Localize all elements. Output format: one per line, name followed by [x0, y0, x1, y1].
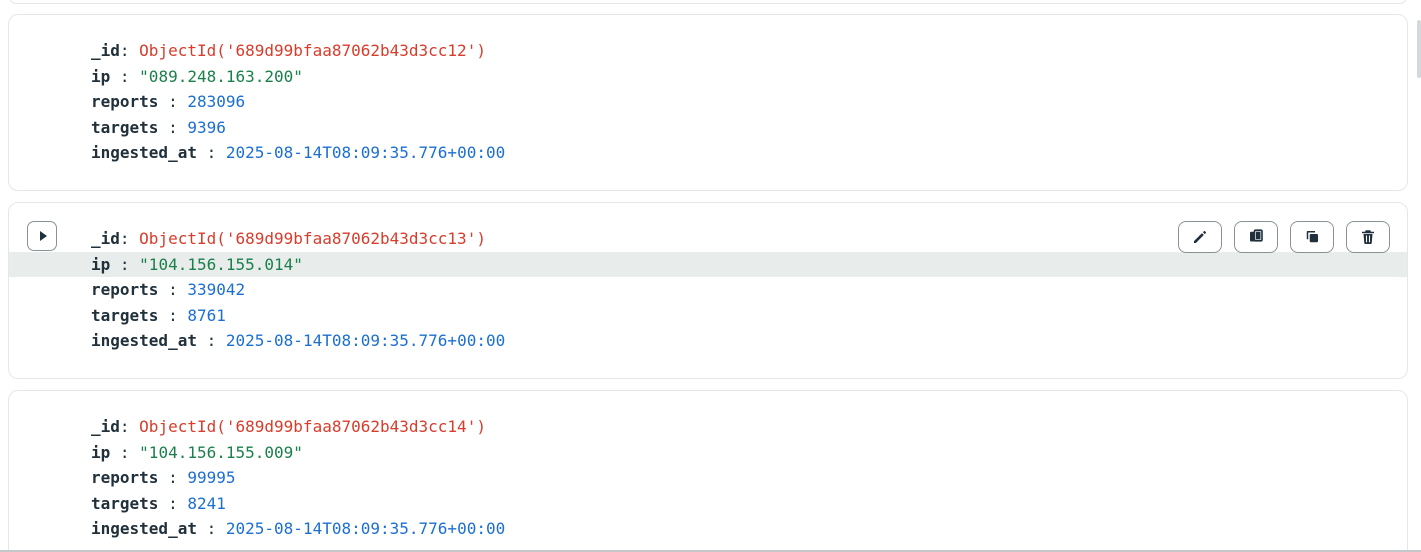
field-key: ingested_at	[91, 331, 197, 350]
field-row-ip[interactable]: ip : "104.156.155.014"	[9, 251, 1407, 277]
field-separator: :	[119, 417, 140, 436]
field-separator: :	[119, 229, 140, 248]
field-separator: :	[110, 66, 140, 86]
field-key: targets	[91, 493, 159, 513]
field-row-targets[interactable]: targets : 8761	[9, 303, 1407, 329]
field-value: 339042	[187, 280, 246, 299]
field-key: targets	[91, 117, 159, 137]
field-value: ObjectId('689d99bfaa87062b43d3cc13')	[139, 229, 486, 248]
field-key: ingested_at	[91, 143, 197, 162]
document-card[interactable]: _id: ObjectId('689d99bfaa87062b43d3cc12'…	[8, 14, 1408, 191]
field-value: 2025-08-14T08:09:35.776+00:00	[225, 519, 506, 538]
field-value: 99995	[187, 468, 236, 487]
field-row-id[interactable]: _id: ObjectId('689d99bfaa87062b43d3cc14'…	[9, 414, 1407, 440]
field-row-ip[interactable]: ip : "104.156.155.009"	[9, 440, 1407, 466]
trash-icon	[1362, 230, 1374, 244]
field-value: 8241	[187, 493, 226, 513]
field-separator: :	[158, 468, 188, 487]
field-value: "104.156.155.014"	[139, 254, 303, 274]
field-value: 8761	[187, 305, 226, 325]
document-card[interactable]: _id: ObjectId('689d99bfaa87062b43d3cc14'…	[8, 390, 1408, 552]
copy-icon	[1250, 229, 1263, 242]
field-value: 2025-08-14T08:09:35.776+00:00	[225, 331, 506, 350]
field-separator: :	[110, 254, 140, 274]
field-row-ingested-at[interactable]: ingested_at : 2025-08-14T08:09:35.776+00…	[9, 516, 1407, 542]
field-key: reports	[91, 280, 159, 299]
field-separator: :	[158, 117, 188, 137]
document-actions	[1178, 221, 1390, 253]
copy-document-button[interactable]	[1234, 221, 1278, 253]
field-row-reports[interactable]: reports : 99995	[9, 465, 1407, 491]
field-key: ip	[91, 66, 111, 86]
field-separator: :	[158, 280, 188, 299]
clone-icon	[1306, 231, 1318, 243]
field-value: ObjectId('689d99bfaa87062b43d3cc14')	[139, 417, 486, 436]
field-value: "089.248.163.200"	[139, 66, 303, 86]
field-separator: :	[119, 41, 140, 60]
document-fields: _id: ObjectId('689d99bfaa87062b43d3cc12'…	[9, 38, 1407, 166]
field-value: 9396	[187, 117, 226, 137]
field-key: targets	[91, 305, 159, 325]
field-key: ip	[91, 442, 111, 462]
field-row-targets[interactable]: targets : 9396	[9, 115, 1407, 141]
field-row-reports[interactable]: reports : 339042	[9, 277, 1407, 303]
field-row-id[interactable]: _id: ObjectId('689d99bfaa87062b43d3cc12'…	[9, 38, 1407, 64]
field-separator: :	[110, 442, 140, 462]
field-row-ingested-at[interactable]: ingested_at : 2025-08-14T08:09:35.776+00…	[9, 328, 1407, 354]
field-key: reports	[91, 468, 159, 487]
document-card-partial	[8, 0, 1408, 4]
field-separator: :	[196, 143, 226, 162]
field-separator: :	[196, 331, 226, 350]
document-card-hovered[interactable]: _id: ObjectId('689d99bfaa87062b43d3cc13'…	[8, 202, 1408, 379]
field-key: reports	[91, 92, 159, 111]
field-key: ingested_at	[91, 519, 197, 538]
field-row-ip[interactable]: ip : "089.248.163.200"	[9, 64, 1407, 90]
field-key: ip	[91, 254, 111, 274]
field-key: _id	[91, 417, 120, 436]
field-value: "104.156.155.009"	[139, 442, 303, 462]
field-key: _id	[91, 229, 120, 248]
field-row-targets[interactable]: targets : 8241	[9, 491, 1407, 517]
scrollbar-thumb[interactable]	[1417, 20, 1421, 78]
field-separator: :	[158, 493, 188, 513]
pencil-icon	[1194, 231, 1206, 243]
delete-document-button[interactable]	[1346, 221, 1390, 253]
field-value: 283096	[187, 92, 246, 111]
field-row-reports[interactable]: reports : 283096	[9, 89, 1407, 115]
clone-document-button[interactable]	[1290, 221, 1334, 253]
field-value: ObjectId('689d99bfaa87062b43d3cc12')	[139, 41, 486, 60]
edit-document-button[interactable]	[1178, 221, 1222, 253]
document-fields: _id: ObjectId('689d99bfaa87062b43d3cc14'…	[9, 414, 1407, 542]
field-separator: :	[158, 92, 188, 111]
field-value: 2025-08-14T08:09:35.776+00:00	[225, 143, 506, 162]
field-separator: :	[158, 305, 188, 325]
field-separator: :	[196, 519, 226, 538]
field-key: _id	[91, 41, 120, 60]
documents-viewport: _id: ObjectId('689d99bfaa87062b43d3cc12'…	[0, 0, 1421, 552]
field-row-ingested-at[interactable]: ingested_at : 2025-08-14T08:09:35.776+00…	[9, 140, 1407, 166]
